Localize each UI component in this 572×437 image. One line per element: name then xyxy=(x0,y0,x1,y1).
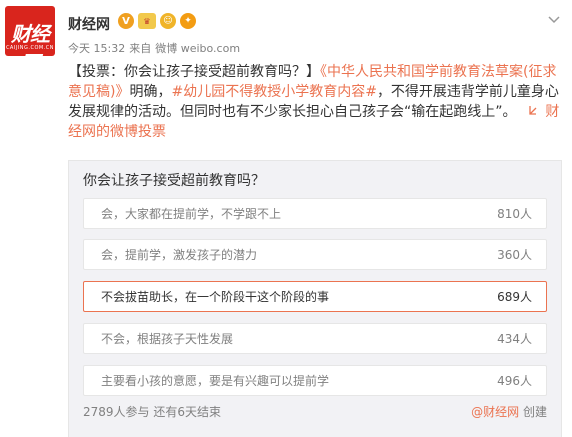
poll-option-4[interactable]: 不会，根据孩子天性发展 434人 xyxy=(83,323,547,354)
poll-creator: @财经网 创建 xyxy=(471,403,547,420)
lightbulb-icon[interactable]: ✦ xyxy=(180,13,196,29)
option-count: 496人 xyxy=(497,374,532,388)
poll-option-5[interactable]: 主要看小孩的意愿，要是有兴趣可以提前学 496人 xyxy=(83,365,547,396)
option-label: 不会，根据孩子天性发展 xyxy=(101,332,234,346)
option-label: 主要看小孩的意愿，要是有兴趣可以提前学 xyxy=(101,374,330,388)
option-count: 434人 xyxy=(497,332,532,346)
verified-icon[interactable]: V xyxy=(118,13,134,29)
option-count: 810人 xyxy=(497,207,532,221)
post-time[interactable]: 今天 15:32 xyxy=(68,40,125,56)
user-badges: V ♛ ☺ ✦ xyxy=(118,13,196,29)
created-label: 创建 xyxy=(522,405,547,419)
avatar[interactable]: 财经网 CAIJING.COM.CN xyxy=(5,6,55,56)
link-icon xyxy=(521,104,545,120)
participants-count: 2789人参与 xyxy=(83,405,150,419)
poll-question: 你会让孩子接受超前教育吗？ xyxy=(83,173,265,189)
avatar-logo-subtext: CAIJING.COM.CN xyxy=(5,45,55,51)
option-label: 会，提前学，激发孩子的潜力 xyxy=(101,248,258,262)
post-title: 【投票：你会让孩子接受超前教育吗？】 xyxy=(68,64,320,80)
username[interactable]: 财经网 xyxy=(68,14,110,34)
post-text: 【投票：你会让孩子接受超前教育吗？】《中华人民共和国学前教育法草案(征求意见稿)… xyxy=(68,62,563,142)
hashtag-link[interactable]: #幼儿园不得教授小学教育内容# xyxy=(171,84,376,100)
poll-option-1[interactable]: 会，大家都在提前学，不学跟不上 810人 xyxy=(83,198,547,229)
vip-icon[interactable]: ♛ xyxy=(138,13,156,29)
remaining-time: 还有6天结束 xyxy=(153,405,222,419)
option-count: 360人 xyxy=(497,248,532,262)
poll-footer: 2789人参与 还有6天结束 @财经网 创建 xyxy=(83,403,547,420)
poll-option-3-selected[interactable]: 不会拔苗助长，在一个阶段干这个阶段的事 689人 xyxy=(83,281,547,312)
emoji-badge-icon[interactable]: ☺ xyxy=(160,13,176,29)
post-meta: 今天 15:32 来自 微博 weibo.com xyxy=(68,40,240,56)
option-count: 689人 xyxy=(497,290,532,304)
post-text-part1: 明确， xyxy=(129,84,172,100)
option-label: 不会拔苗助长，在一个阶段干这个阶段的事 xyxy=(101,290,330,304)
poll-card: 你会让孩子接受超前教育吗？ 会，大家都在提前学，不学跟不上 810人 会，提前学… xyxy=(68,160,562,437)
poll-stats: 2789人参与 还有6天结束 xyxy=(83,403,221,420)
post-source[interactable]: 微博 weibo.com xyxy=(155,40,240,56)
chevron-down-icon[interactable] xyxy=(546,12,562,28)
option-label: 会，大家都在提前学，不学跟不上 xyxy=(101,207,282,221)
creator-link[interactable]: @财经网 xyxy=(471,405,519,419)
source-prefix: 来自 xyxy=(129,42,152,55)
poll-option-2[interactable]: 会，提前学，激发孩子的潜力 360人 xyxy=(83,239,547,270)
